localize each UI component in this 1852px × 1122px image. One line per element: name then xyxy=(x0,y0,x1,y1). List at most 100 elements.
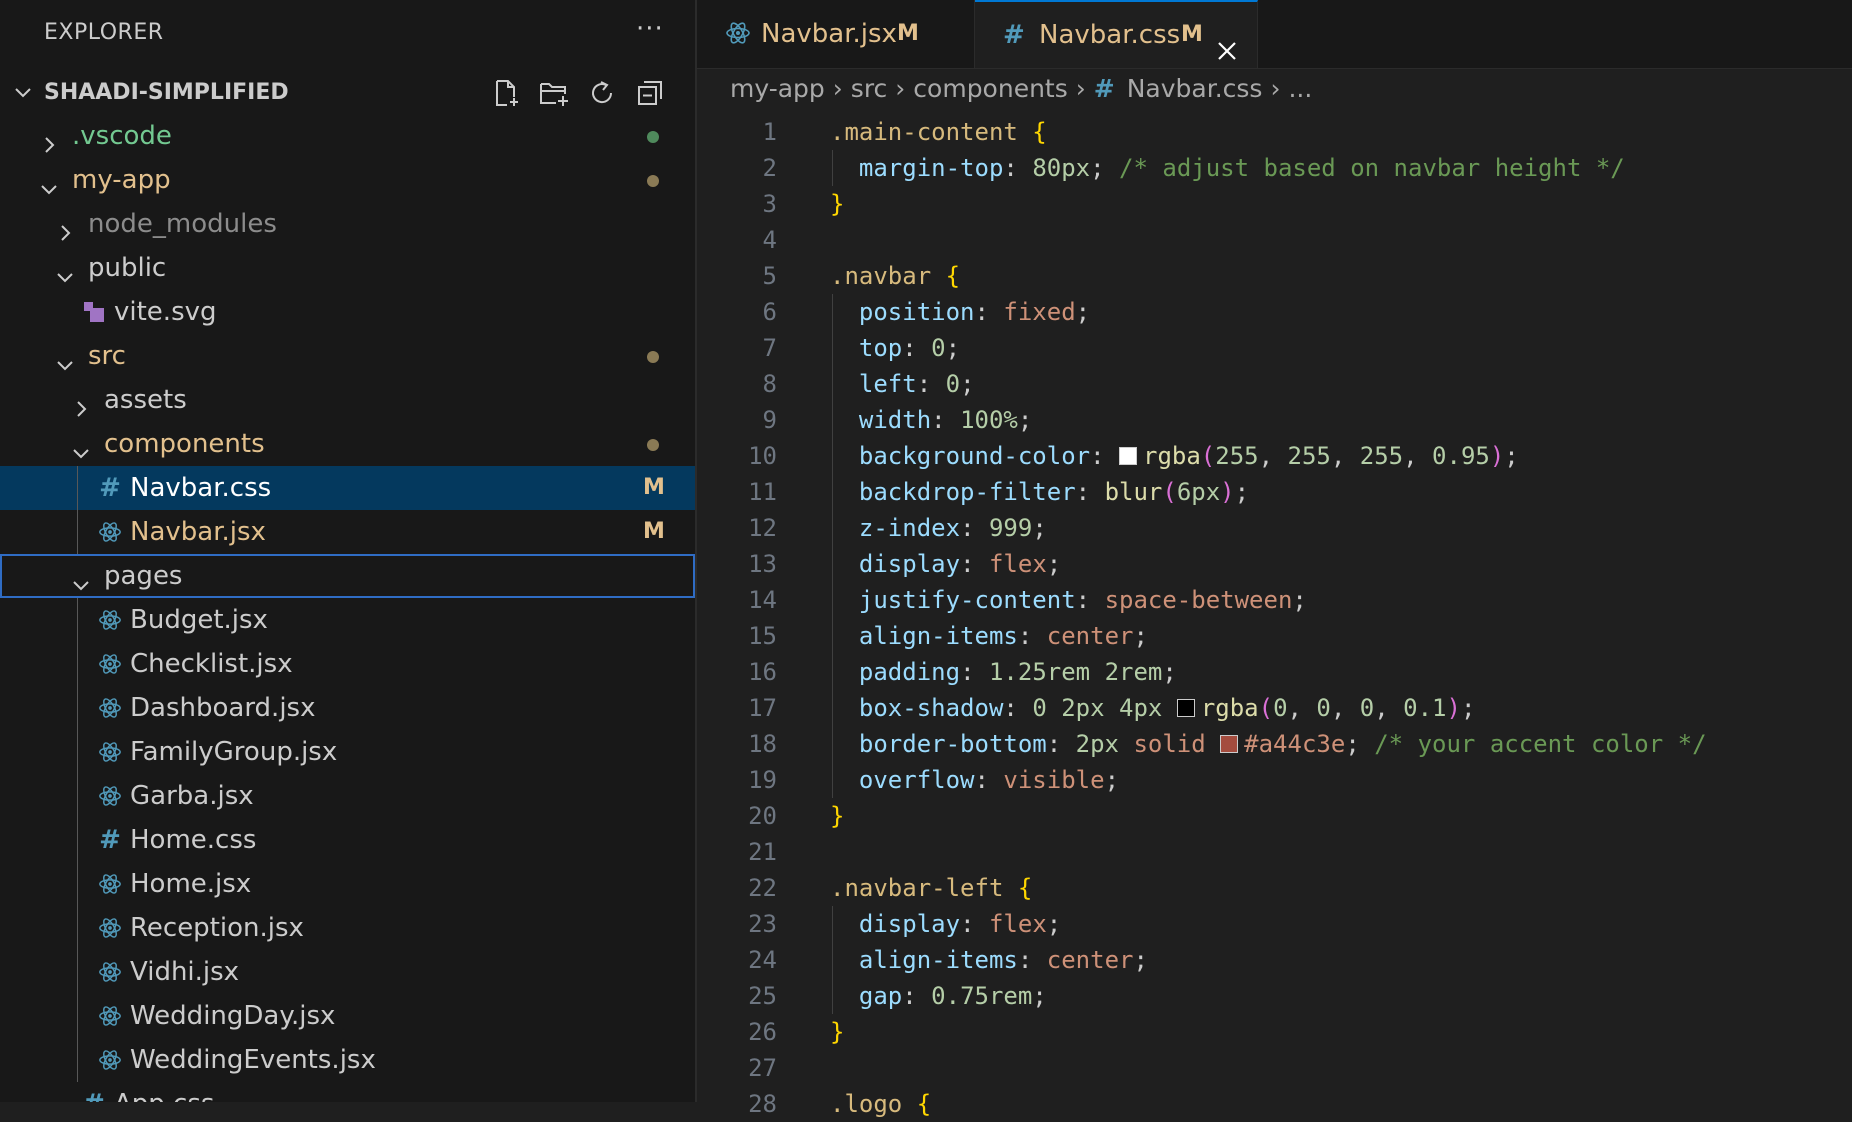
line-number: 26 xyxy=(748,1018,777,1046)
tree-item-label: App.css xyxy=(114,1082,214,1102)
code-text: .navbar { xyxy=(830,262,961,290)
react-icon xyxy=(98,950,122,994)
indent-guide xyxy=(77,686,78,730)
color-swatch[interactable] xyxy=(1220,735,1239,753)
git-status-dot xyxy=(647,439,659,451)
code-line: 8 left: 0; xyxy=(697,366,1852,402)
breadcrumb-item[interactable]: components xyxy=(913,74,1067,103)
file-item-app-css[interactable]: # App.css xyxy=(0,1082,695,1102)
line-number: 8 xyxy=(762,370,777,398)
folder-item-components[interactable]: components xyxy=(0,422,695,466)
tab-navbar-css[interactable]: # Navbar.css M xyxy=(975,0,1258,68)
code-text: background-color: rgba(255, 255, 255, 0.… xyxy=(858,442,1519,470)
color-swatch[interactable] xyxy=(1176,699,1195,717)
indent-guide xyxy=(77,818,78,862)
line-number: 16 xyxy=(748,658,777,686)
refresh-icon[interactable] xyxy=(586,77,618,109)
tree-item-label: vite.svg xyxy=(114,297,217,327)
indent-guide xyxy=(77,598,78,642)
code-text: padding: 1.25rem 2rem; xyxy=(858,658,1177,686)
folder-item-assets[interactable]: assets xyxy=(0,378,695,422)
file-item-reception-jsx[interactable]: Reception.jsx xyxy=(0,906,695,950)
code-text: box-shadow: 0 2px 4px rgba(0, 0, 0, 0.1)… xyxy=(858,694,1476,722)
code-text: } xyxy=(830,802,845,830)
tree-item-label: pages xyxy=(104,561,183,591)
file-item-vite-svg[interactable]: vite.svg xyxy=(0,290,695,334)
code-text: display: flex; xyxy=(858,910,1062,938)
file-tree: .vscode my-app node_modulespublic vite.svg s… xyxy=(0,114,695,1102)
chevron-right-icon: › xyxy=(1270,74,1281,103)
file-item-garba-jsx[interactable]: Garba.jsx xyxy=(0,774,695,818)
file-item-navbar-css[interactable]: # Navbar.css M xyxy=(0,466,695,510)
folder-item-public[interactable]: public xyxy=(0,246,695,290)
file-item-dashboard-jsx[interactable]: Dashboard.jsx xyxy=(0,686,695,730)
color-swatch[interactable] xyxy=(1119,447,1137,465)
file-item-weddingevents-jsx[interactable]: WeddingEvents.jsx xyxy=(0,1038,695,1082)
line-number: 18 xyxy=(748,730,777,758)
modified-badge: M xyxy=(643,475,665,500)
code-line: 4 xyxy=(697,222,1852,258)
folder-item-pages[interactable]: pages xyxy=(0,554,695,598)
file-item-vidhi-jsx[interactable]: Vidhi.jsx xyxy=(0,950,695,994)
file-item-home-css[interactable]: # Home.css xyxy=(0,818,695,862)
code-text: } xyxy=(830,190,845,218)
chevron-down-icon xyxy=(12,81,34,107)
folder-item-node-modules[interactable]: node_modules xyxy=(0,202,695,246)
code-line: 1 .main-content { xyxy=(697,114,1852,150)
collapse-all-icon[interactable] xyxy=(634,77,666,109)
more-actions-icon[interactable]: ··· xyxy=(636,14,664,44)
breadcrumb-item[interactable]: my-app xyxy=(730,74,825,103)
code-line: 15 align-items: center; xyxy=(697,618,1852,654)
modified-badge: M xyxy=(897,21,919,46)
new-folder-icon[interactable] xyxy=(538,77,570,109)
folder-item-my-app[interactable]: my-app xyxy=(0,158,695,202)
code-text: display: flex; xyxy=(858,550,1062,578)
tree-item-label: Budget.jsx xyxy=(130,605,268,635)
css-hash-icon: # xyxy=(1093,74,1115,103)
breadcrumb-item[interactable]: src xyxy=(851,74,888,103)
tree-item-label: Home.css xyxy=(130,825,257,855)
code-text: border-bottom: 2px solid #a44c3e; /* you… xyxy=(858,730,1707,758)
code-text: overflow: visible; xyxy=(858,766,1120,794)
explorer-sidebar: EXPLORER ··· SHAADI-SIMPLIFIED .vscode my… xyxy=(0,0,697,1102)
code-line: 5 .navbar { xyxy=(697,258,1852,294)
folder-item-vscode[interactable]: .vscode xyxy=(0,114,695,158)
tree-item-label: Reception.jsx xyxy=(130,913,304,943)
tree-item-label: Navbar.jsx xyxy=(130,517,266,547)
tree-item-label: Vidhi.jsx xyxy=(130,957,240,987)
css-hash-icon: # xyxy=(99,825,121,855)
file-item-navbar-jsx[interactable]: Navbar.jsx M xyxy=(0,510,695,554)
file-item-weddingday-jsx[interactable]: WeddingDay.jsx xyxy=(0,994,695,1038)
file-item-checklist-jsx[interactable]: Checklist.jsx xyxy=(0,642,695,686)
indent-guide xyxy=(77,906,78,950)
code-editor[interactable]: 1 .main-content {2 margin-top: 80px; /* a… xyxy=(697,114,1852,1122)
file-item-home-jsx[interactable]: Home.jsx xyxy=(0,862,695,906)
code-text: .navbar-left { xyxy=(830,874,1033,902)
tree-item-label: my-app xyxy=(72,165,171,195)
tab-navbar-jsx[interactable]: Navbar.jsx M xyxy=(697,0,975,68)
line-number: 2 xyxy=(762,154,777,182)
line-number: 21 xyxy=(748,838,777,866)
workspace-root[interactable]: SHAADI-SIMPLIFIED xyxy=(0,73,695,113)
code-text: width: 100%; xyxy=(858,406,1033,434)
file-item-budget-jsx[interactable]: Budget.jsx xyxy=(0,598,695,642)
indent-guide xyxy=(77,994,78,1038)
breadcrumb-item[interactable]: ... xyxy=(1288,74,1312,103)
indent-guide xyxy=(77,774,78,818)
tree-item-label: public xyxy=(88,253,167,283)
react-icon xyxy=(98,598,122,642)
line-number: 25 xyxy=(748,982,777,1010)
modified-badge: M xyxy=(1181,22,1203,47)
css-hash-icon: # xyxy=(82,1082,106,1102)
git-status-dot xyxy=(647,131,659,143)
line-number: 4 xyxy=(762,226,777,254)
breadcrumb: my-app › src › components › # Navbar.css ›... xyxy=(730,74,1312,103)
tree-item-label: Home.jsx xyxy=(130,869,252,899)
new-file-icon[interactable] xyxy=(490,77,522,109)
breadcrumb-item[interactable]: Navbar.css xyxy=(1127,74,1263,103)
css-hash-icon: # xyxy=(99,473,121,503)
file-item-familygroup-jsx[interactable]: FamilyGroup.jsx xyxy=(0,730,695,774)
line-number: 22 xyxy=(748,874,777,902)
folder-item-src[interactable]: src xyxy=(0,334,695,378)
code-line: 12 z-index: 999; xyxy=(697,510,1852,546)
